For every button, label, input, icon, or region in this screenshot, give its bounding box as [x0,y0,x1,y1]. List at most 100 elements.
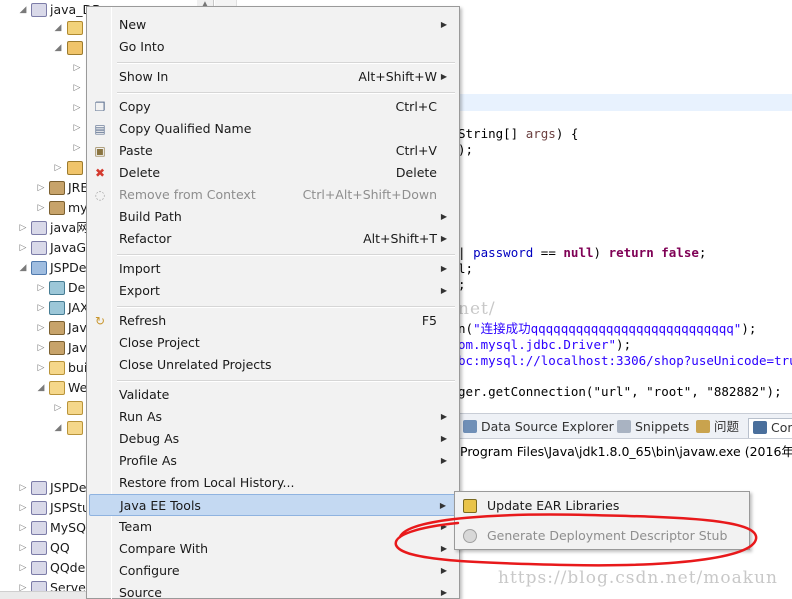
menu-separator [117,380,455,382]
menu-item-shortcut: Ctrl+V [395,143,437,158]
submenu-item-update-ear-libraries[interactable]: Update EAR Libraries [457,495,747,517]
menu-item-compare-with[interactable]: Compare With ▶ [89,538,457,560]
collapsed-arrow-icon[interactable]: ▷ [72,118,82,138]
jar-icon [49,321,65,335]
collapsed-arrow-icon[interactable]: ▷ [36,178,46,198]
delete-icon: ✖ [94,166,106,180]
submenu-arrow-icon: ▶ [440,264,447,273]
view-tab[interactable]: Snippets [617,418,689,438]
menu-item-team[interactable]: Team ▶ [89,516,457,538]
collapsed-arrow-icon[interactable]: ▷ [53,398,63,418]
tree-item-label: We [68,380,88,395]
submenu-arrow-icon: ▶ [440,588,447,597]
view-tab[interactable]: Data Source Explorer [463,418,614,438]
tree-item-label: JSPDe [50,480,87,495]
menu-item-shortcut: Ctrl+C [395,99,437,114]
code-token: ) { [555,126,579,141]
collapsed-arrow-icon[interactable]: ▷ [18,538,28,558]
menu-item-source[interactable]: Source ▶ [89,582,457,599]
collapsed-arrow-icon[interactable]: ▷ [18,478,28,498]
expanded-arrow-icon[interactable]: ◢ [53,418,63,438]
view-tab-icon [753,421,767,434]
collapsed-arrow-icon[interactable]: ▷ [36,298,46,318]
tree-item-label: Jav [68,320,87,335]
submenu-arrow-icon: ▶ [440,522,447,531]
folder-icon [49,381,65,395]
code-token: return [608,245,654,260]
expanded-arrow-icon[interactable]: ◢ [36,378,46,398]
pkg-icon [67,41,83,55]
project-icon [31,501,47,515]
menu-item-label: Validate [119,387,170,402]
code-token: ); [458,142,474,157]
menu-item-restore-from-local-history[interactable]: Restore from Local History... [89,472,457,494]
menu-item-copy-qualified-name[interactable]: ▤ Copy Qualified Name [89,118,457,140]
menu-item-new[interactable]: New ▶ [89,14,457,36]
menu-item-copy[interactable]: ❐ Copy Ctrl+C [89,96,457,118]
collapsed-arrow-icon[interactable]: ▷ [72,98,82,118]
code-token: n( [458,321,474,336]
menu-item-label: Profile As [119,453,177,468]
project-icon [31,561,47,575]
collapsed-arrow-icon[interactable]: ▷ [36,278,46,298]
menu-item-configure[interactable]: Configure ▶ [89,560,457,582]
menu-item-export[interactable]: Export ▶ [89,280,457,302]
collapsed-arrow-icon[interactable]: ▷ [18,498,28,518]
menu-item-close-project[interactable]: Close Project [89,332,457,354]
view-tab[interactable]: Cons [748,418,792,438]
menu-item-validate[interactable]: Validate [89,384,457,406]
jar-icon [49,181,65,195]
code-line: l; [458,261,473,277]
collapsed-arrow-icon[interactable]: ▷ [72,138,82,158]
code-token: args [525,126,556,141]
collapsed-arrow-icon[interactable]: ▷ [36,318,46,338]
menu-item-label: Go Into [119,39,165,54]
collapsed-arrow-icon[interactable]: ▷ [18,218,28,238]
menu-item-profile-as[interactable]: Profile As ▶ [89,450,457,472]
db-icon [49,301,65,315]
expanded-arrow-icon[interactable]: ◢ [53,38,63,58]
code-line: ger.getConnection("url", "root", "882882… [458,384,782,400]
collapsed-arrow-icon[interactable]: ▷ [18,518,28,538]
collapsed-arrow-icon[interactable]: ▷ [36,358,46,378]
collapsed-arrow-icon[interactable]: ▷ [53,158,63,178]
ear-library-icon [463,499,477,513]
project-icon [31,241,47,255]
menu-item-debug-as[interactable]: Debug As ▶ [89,428,457,450]
menu-item-build-path[interactable]: Build Path ▶ [89,206,457,228]
submenu-arrow-icon: ▶ [440,456,447,465]
view-tab-icon [463,420,477,433]
collapsed-arrow-icon[interactable]: ▷ [72,78,82,98]
copyq-icon: ▤ [94,122,106,136]
tree-item-label: QQde [50,560,86,575]
menu-item-show-in[interactable]: Show In Alt+Shift+W ▶ [89,66,457,88]
menu-item-close-unrelated-projects[interactable]: Close Unrelated Projects [89,354,457,376]
menu-item-label: Copy Qualified Name [119,121,252,136]
pkg-icon [67,161,83,175]
view-tab[interactable]: 问题 [696,418,739,438]
menu-item-shortcut: Alt+Shift+W [358,69,437,84]
collapsed-arrow-icon[interactable]: ▷ [18,238,28,258]
expanded-arrow-icon[interactable]: ◢ [18,258,28,278]
menu-item-import[interactable]: Import ▶ [89,258,457,280]
menu-item-go-into[interactable]: Go Into [89,36,457,58]
menu-item-label: Export [119,283,160,298]
menu-item-paste[interactable]: ▣ Paste Ctrl+V [89,140,457,162]
collapsed-arrow-icon[interactable]: ▷ [18,558,28,578]
collapsed-arrow-icon[interactable]: ▷ [36,338,46,358]
expanded-arrow-icon[interactable]: ◢ [53,18,63,38]
copy-icon: ❐ [94,100,106,114]
expanded-arrow-icon[interactable]: ◢ [18,0,28,20]
tree-item-label: my [68,200,88,215]
view-tab-label: 问题 [714,419,740,434]
submenu-item-generate-deployment-descriptor-stub: Generate Deployment Descriptor Stub [457,525,747,547]
collapsed-arrow-icon[interactable]: ▷ [36,198,46,218]
menu-item-delete[interactable]: ✖ Delete Delete [89,162,457,184]
code-line: bc:mysql://localhost:3306/shop?useUnicod… [458,353,792,369]
menu-separator [117,92,455,94]
menu-item-java-ee-tools[interactable]: Java EE Tools ▶ [89,494,457,516]
menu-item-run-as[interactable]: Run As ▶ [89,406,457,428]
menu-item-refactor[interactable]: Refactor Alt+Shift+T ▶ [89,228,457,250]
menu-item-refresh[interactable]: ↻ Refresh F5 [89,310,457,332]
collapsed-arrow-icon[interactable]: ▷ [72,58,82,78]
